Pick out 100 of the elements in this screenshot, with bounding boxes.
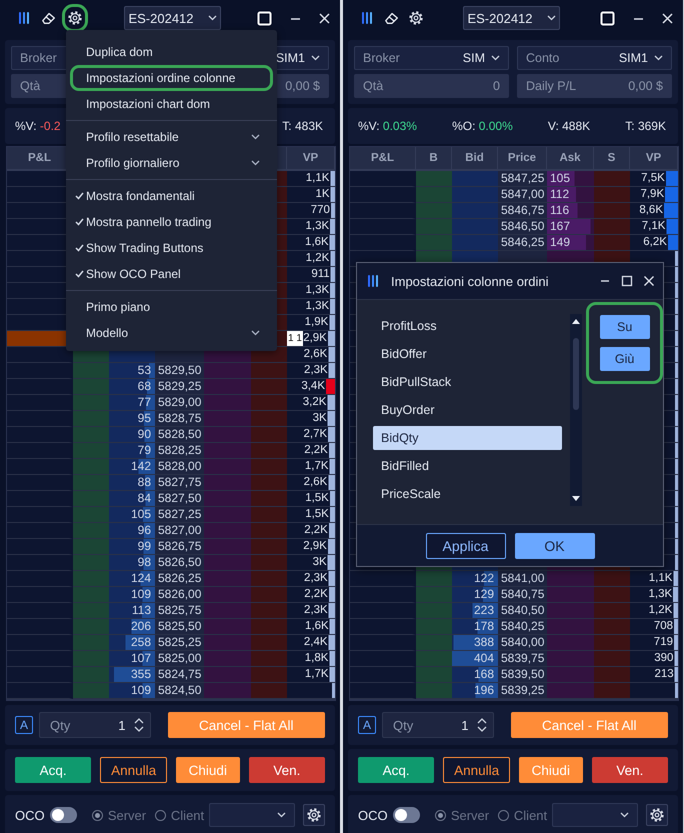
pnl-cell bbox=[7, 635, 73, 651]
bars-icon[interactable] bbox=[18, 11, 32, 25]
menu-item[interactable]: Profilo giornaliero bbox=[70, 150, 273, 176]
spinner-icon[interactable] bbox=[134, 717, 144, 733]
menu-item[interactable]: Mostra fondamentali bbox=[70, 183, 273, 209]
menu-item[interactable]: Duplica dom bbox=[70, 39, 273, 65]
list-item[interactable]: BidPullStack bbox=[373, 370, 562, 394]
pnl-cell bbox=[350, 683, 416, 699]
order-button[interactable]: Annulla bbox=[100, 757, 167, 783]
pnl-cell bbox=[7, 443, 73, 459]
volume-cell: 1,3K bbox=[287, 219, 335, 235]
mode-toggle[interactable]: A bbox=[358, 716, 376, 734]
volume-cell: 2,7K bbox=[287, 427, 335, 443]
pnl-cell bbox=[7, 411, 73, 427]
sell-cell bbox=[251, 619, 287, 635]
move-button[interactable]: Giù bbox=[600, 347, 650, 371]
price-cell: 5827,00 bbox=[155, 523, 204, 539]
spinner-icon[interactable] bbox=[476, 717, 487, 733]
symbol-dropdown[interactable]: ES-202412 bbox=[463, 6, 560, 30]
volume-cell: 2,3K bbox=[287, 603, 335, 619]
qty-field[interactable]: Qty 1 bbox=[39, 712, 151, 738]
volume-cell: 1,7K bbox=[287, 667, 335, 683]
order-button[interactable]: Ven. bbox=[248, 757, 326, 783]
dialog-button[interactable]: Applica bbox=[426, 532, 506, 558]
list-item[interactable]: BidFilled bbox=[373, 454, 562, 478]
menu-item[interactable]: Modello bbox=[70, 320, 273, 346]
scrollbar[interactable] bbox=[570, 314, 582, 506]
move-button[interactable]: Su bbox=[600, 315, 650, 339]
menu-item[interactable]: Primo piano bbox=[70, 294, 273, 320]
maximize-icon[interactable] bbox=[621, 275, 633, 287]
bid-cell: 96 bbox=[109, 523, 155, 539]
pnl-cell bbox=[7, 523, 73, 539]
order-button[interactable]: Acq. bbox=[15, 757, 92, 783]
buy-cell bbox=[73, 651, 109, 667]
order-button[interactable]: Ven. bbox=[592, 757, 668, 783]
list-item[interactable]: BuyOrder bbox=[373, 398, 562, 422]
settings-icon[interactable] bbox=[408, 10, 424, 26]
menu-item[interactable]: Impostazioni chart dom bbox=[70, 91, 273, 117]
order-button[interactable]: Acq. bbox=[358, 757, 434, 783]
menu-item[interactable]: Show Trading Buttons bbox=[70, 235, 273, 261]
volume-cell: 7,9K bbox=[630, 187, 678, 203]
mode-toggle[interactable]: A bbox=[15, 716, 33, 734]
radio-button[interactable] bbox=[92, 810, 103, 820]
list-item[interactable]: BidQty bbox=[373, 426, 562, 450]
display-field: Daily P/L 0,00 $ bbox=[517, 74, 672, 98]
close-icon[interactable] bbox=[319, 12, 330, 24]
bars-icon[interactable] bbox=[361, 11, 375, 25]
sell-cell bbox=[594, 203, 630, 219]
volume-cell: 7,1K bbox=[630, 219, 678, 235]
column-header: Bid bbox=[452, 147, 498, 169]
pnl-cell bbox=[7, 379, 73, 395]
select-field[interactable]: Broker SIM bbox=[354, 46, 509, 70]
volume-cell: 3,4K bbox=[287, 379, 335, 395]
dialog-title: Impostazioni colonne ordini bbox=[391, 274, 550, 288]
column-header: VP bbox=[287, 147, 335, 169]
bid-cell: 53 bbox=[109, 363, 155, 379]
list-item[interactable]: PriceScale bbox=[373, 482, 562, 506]
radio-label: Client bbox=[514, 808, 548, 822]
sell-cell bbox=[251, 635, 287, 651]
order-button[interactable]: Annulla bbox=[443, 757, 510, 783]
pnl-cell bbox=[350, 651, 416, 667]
sell-cell bbox=[251, 475, 287, 491]
eraser-icon[interactable] bbox=[384, 10, 400, 26]
radio-button[interactable] bbox=[155, 810, 166, 820]
pnl-cell bbox=[350, 571, 416, 587]
price-cell: 5829,50 bbox=[155, 363, 204, 379]
close-icon[interactable] bbox=[643, 275, 655, 287]
volume-cell: 2,3K bbox=[287, 571, 335, 587]
sell-cell bbox=[251, 539, 287, 555]
qty-field[interactable]: Qty 1 bbox=[382, 712, 494, 738]
ask-cell: 167 bbox=[547, 219, 594, 235]
ask-cell bbox=[547, 603, 594, 619]
bid-cell: 99 bbox=[109, 539, 155, 555]
eraser-icon[interactable] bbox=[41, 10, 57, 26]
volume-cell: 3K bbox=[287, 555, 335, 571]
radio-button[interactable] bbox=[435, 810, 446, 820]
bid-cell: 113 bbox=[109, 603, 155, 619]
volume-cell: 1,5K bbox=[287, 491, 335, 507]
radio-label: Server bbox=[108, 808, 146, 822]
menu-item[interactable]: Mostra pannello trading bbox=[70, 209, 273, 235]
bars-icon[interactable] bbox=[367, 274, 381, 288]
ask-cell bbox=[204, 443, 251, 459]
settings-icon[interactable] bbox=[67, 10, 83, 26]
list-item[interactable]: BidOffer bbox=[373, 342, 562, 366]
sell-cell bbox=[251, 587, 287, 603]
volume-cell: 1,3K bbox=[287, 283, 335, 299]
toggle-switch[interactable] bbox=[392, 807, 420, 823]
menu-item[interactable]: Profilo resettabile bbox=[70, 124, 273, 150]
dialog-button[interactable]: OK bbox=[514, 532, 594, 558]
sell-cell bbox=[251, 411, 287, 427]
menu-item[interactable]: Impostazioni ordine colonne bbox=[70, 65, 273, 91]
buy-cell bbox=[73, 571, 109, 587]
list-item[interactable]: ProfitLoss bbox=[373, 314, 562, 338]
toggle-switch[interactable] bbox=[50, 807, 78, 823]
select-field[interactable]: Conto SIM1 bbox=[517, 46, 672, 70]
menu-item[interactable]: Show OCO Panel bbox=[70, 261, 273, 287]
volume-cell: 6,2K bbox=[630, 235, 678, 251]
radio-button[interactable] bbox=[498, 810, 509, 820]
symbol-dropdown[interactable]: ES-202412 bbox=[124, 6, 221, 30]
close-icon[interactable] bbox=[662, 12, 673, 24]
